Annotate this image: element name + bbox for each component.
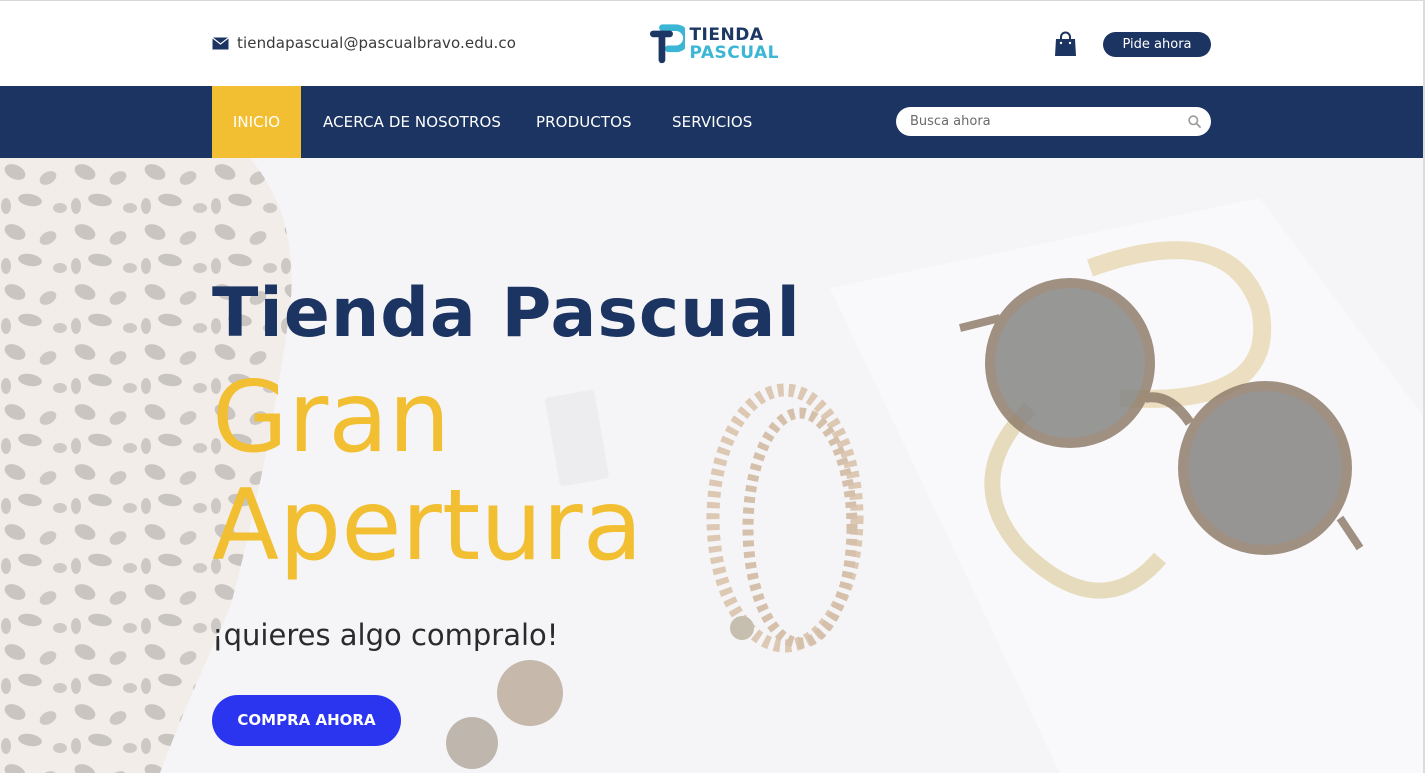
nav-item-inicio[interactable]: INICIO bbox=[212, 86, 301, 158]
logo-line-2: PASCUAL bbox=[689, 42, 779, 63]
search-input[interactable] bbox=[910, 107, 1170, 136]
order-now-button[interactable]: Pide ahora bbox=[1103, 32, 1211, 57]
email-text: tiendapascual@pascualbravo.edu.co bbox=[237, 34, 516, 52]
buy-now-button[interactable]: COMPRA AHORA bbox=[212, 695, 401, 746]
logo-line-1: TIENDA bbox=[689, 24, 764, 45]
envelope-icon bbox=[212, 36, 229, 49]
nav-item-acerca[interactable]: ACERCA DE NOSOTROS bbox=[323, 86, 501, 158]
hero-headline-1: Gran bbox=[212, 361, 451, 475]
contact-email[interactable]: tiendapascual@pascualbravo.edu.co bbox=[212, 34, 516, 52]
hero-headline-2: Apertura bbox=[212, 469, 643, 583]
nav-item-productos[interactable]: PRODUCTOS bbox=[536, 86, 632, 158]
shopping-bag-icon[interactable] bbox=[1054, 31, 1077, 57]
hero-title: Tienda Pascual bbox=[212, 274, 801, 353]
nav-item-servicios[interactable]: SERVICIOS bbox=[672, 86, 752, 158]
logo-wordmark: TIENDA PASCUAL bbox=[689, 24, 779, 63]
top-header: tiendapascual@pascualbravo.edu.co TIENDA… bbox=[0, 0, 1425, 86]
magnifier-icon[interactable] bbox=[1188, 115, 1201, 128]
hero-banner: Tienda Pascual Gran Apertura ¡quieres al… bbox=[0, 158, 1425, 773]
logo-mark-icon bbox=[649, 24, 686, 64]
site-logo[interactable]: TIENDA PASCUAL bbox=[649, 20, 779, 68]
hero-subtitle: ¡quieres algo compralo! bbox=[212, 618, 559, 652]
search-box bbox=[896, 107, 1211, 136]
main-nav: INICIO ACERCA DE NOSOTROS PRODUCTOS SERV… bbox=[0, 86, 1425, 158]
